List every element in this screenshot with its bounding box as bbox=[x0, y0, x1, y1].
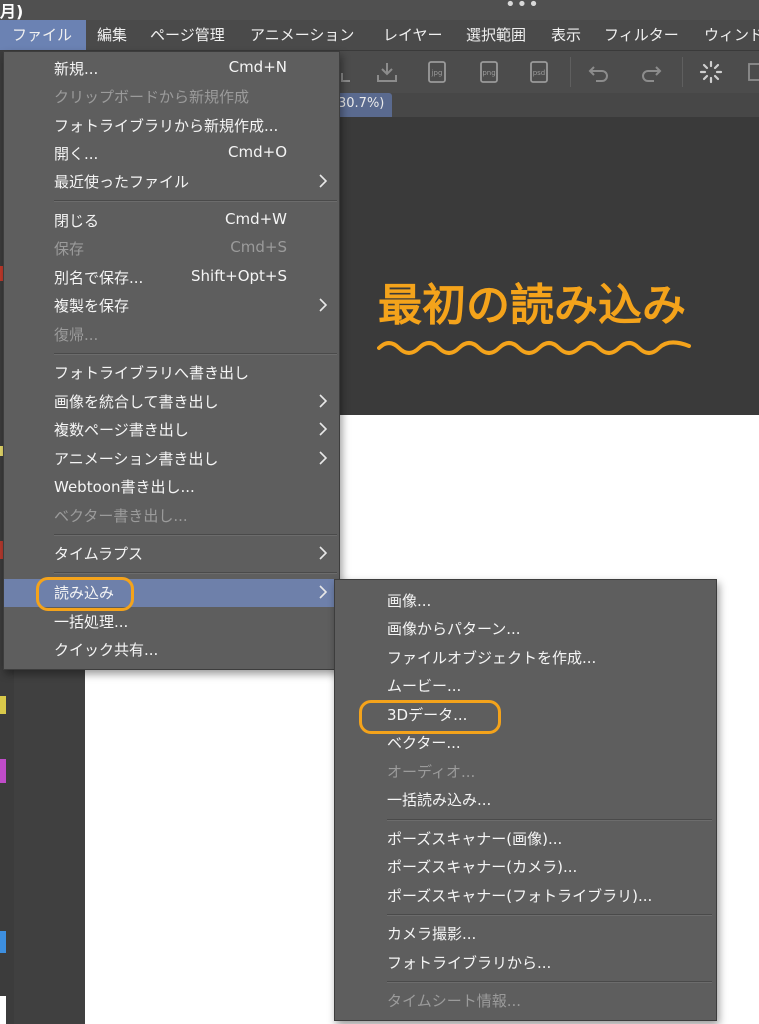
menu-animation[interactable]: アニメーション bbox=[250, 20, 354, 50]
color-swatch[interactable] bbox=[0, 696, 6, 714]
menu-filter[interactable]: フィルター bbox=[604, 20, 679, 50]
submenu-item-vector[interactable]: ベクター... bbox=[335, 729, 716, 757]
toolbar-divider bbox=[570, 57, 571, 87]
chevron-right-icon bbox=[319, 298, 327, 312]
menu-item-quick-share[interactable]: クイック共有... bbox=[4, 636, 339, 664]
menu-item-timelapse[interactable]: タイムラプス bbox=[4, 540, 339, 568]
submenu-item-movie[interactable]: ムービー... bbox=[335, 672, 716, 700]
menu-bar: ファイル 編集 ページ管理 アニメーション レイヤー 選択範囲 表示 フィルター… bbox=[0, 20, 759, 51]
menu-separator bbox=[387, 819, 712, 821]
save-icon[interactable] bbox=[338, 59, 364, 85]
menu-separator bbox=[387, 981, 712, 983]
menu-item-export-animation[interactable]: アニメーション書き出し bbox=[4, 445, 339, 473]
submenu-item-from-photo-library[interactable]: フォトライブラリから... bbox=[335, 949, 716, 977]
chevron-right-icon bbox=[319, 394, 327, 408]
document-tab[interactable]: 30.7%) bbox=[332, 93, 392, 117]
export-icon[interactable] bbox=[374, 59, 400, 85]
color-swatch[interactable] bbox=[0, 931, 6, 953]
panel-toggle-icon[interactable] bbox=[746, 59, 759, 85]
menu-layer[interactable]: レイヤー bbox=[383, 20, 443, 50]
svg-text:png: png bbox=[482, 69, 495, 77]
menu-separator bbox=[54, 572, 337, 574]
color-swatch[interactable] bbox=[0, 759, 6, 783]
chevron-right-icon bbox=[319, 585, 327, 599]
menu-separator bbox=[54, 353, 337, 355]
menu-item-save: 保存 Cmd+S bbox=[54, 238, 287, 258]
submenu-item-audio: オーディオ... bbox=[387, 763, 476, 781]
chevron-right-icon bbox=[319, 174, 327, 188]
submenu-item-pose-scanner-photo-library[interactable]: ポーズスキャナー(フォトライブラリ)... bbox=[335, 882, 716, 910]
more-options-icon[interactable]: ••• bbox=[505, 0, 540, 15]
menu-item-export-multiple-pages[interactable]: 複数ページ書き出し bbox=[4, 416, 339, 444]
png-export-icon[interactable]: png bbox=[476, 59, 502, 85]
submenu-item-create-file-object[interactable]: ファイルオブジェクトを作成... bbox=[335, 644, 716, 672]
menu-item-new-from-photo-library[interactable]: フォトライブラリから新規作成... bbox=[4, 112, 339, 140]
menu-selection[interactable]: 選択範囲 bbox=[466, 20, 526, 50]
menu-item-export-single-layer[interactable]: 画像を統合して書き出し bbox=[4, 388, 339, 416]
menu-window[interactable]: ウィンド bbox=[704, 20, 759, 50]
menu-item-recent-files[interactable]: 最近使ったファイル bbox=[4, 168, 339, 196]
menu-item-export-webtoon[interactable]: Webtoon書き出し... bbox=[4, 473, 339, 501]
undo-icon[interactable] bbox=[586, 59, 612, 85]
submenu-item-3d-data[interactable]: 3Dデータ... bbox=[335, 701, 716, 729]
menu-item-batch-process[interactable]: 一括処理... bbox=[4, 608, 339, 636]
loading-spinner-icon[interactable] bbox=[698, 59, 724, 85]
menu-item-close[interactable]: 閉じる Cmd+W bbox=[4, 207, 339, 235]
submenu-item-image[interactable]: 画像... bbox=[335, 587, 716, 615]
menu-item-import[interactable]: 読み込み bbox=[4, 579, 339, 607]
submenu-item-camera-capture[interactable]: カメラ撮影... bbox=[335, 920, 716, 948]
menu-page-management[interactable]: ページ管理 bbox=[150, 20, 225, 50]
svg-text:psd: psd bbox=[533, 69, 546, 77]
submenu-item-pattern-from-image[interactable]: 画像からパターン... bbox=[335, 615, 716, 643]
chevron-right-icon bbox=[319, 451, 327, 465]
submenu-item-pose-scanner-image[interactable]: ポーズスキャナー(画像)... bbox=[335, 825, 716, 853]
menu-edit[interactable]: 編集 bbox=[97, 20, 127, 50]
zoom-label: 30.7%) bbox=[338, 96, 385, 111]
redo-icon[interactable] bbox=[638, 59, 664, 85]
menu-item-new-from-clipboard: クリップボードから新規作成 bbox=[54, 88, 250, 106]
menu-item-export-to-photo-library[interactable]: フォトライブラリへ書き出し bbox=[4, 359, 339, 387]
menu-item-open[interactable]: 開く... Cmd+O bbox=[4, 140, 339, 168]
color-swatch[interactable] bbox=[0, 996, 6, 1024]
menu-item-save-duplicate[interactable]: 複製を保存 bbox=[4, 292, 339, 320]
menu-item-new[interactable]: 新規... Cmd+N bbox=[4, 55, 339, 83]
jpg-export-icon[interactable]: jpg bbox=[424, 59, 450, 85]
chevron-right-icon bbox=[319, 546, 327, 560]
import-submenu: 画像... 画像からパターン... ファイルオブジェクトを作成... ムービー.… bbox=[334, 579, 717, 1021]
app-title: 月) bbox=[0, 2, 24, 21]
toolbar-divider bbox=[682, 57, 683, 87]
menu-item-save-as[interactable]: 別名で保存... Shift+Opt+S bbox=[4, 264, 339, 292]
submenu-item-timesheet-info: タイムシート情報... bbox=[387, 992, 522, 1010]
psd-export-icon[interactable]: psd bbox=[526, 59, 552, 85]
svg-text:最初の読み込み: 最初の読み込み bbox=[378, 280, 686, 331]
command-bar: jpg png psd bbox=[338, 51, 759, 93]
submenu-item-batch-import[interactable]: 一括読み込み... bbox=[335, 786, 716, 814]
menu-separator bbox=[54, 534, 337, 536]
svg-text:jpg: jpg bbox=[431, 69, 443, 77]
handwritten-title-image: 最初の読み込み bbox=[377, 280, 691, 355]
menu-separator bbox=[54, 200, 337, 202]
menu-item-revert: 復帰... bbox=[54, 326, 99, 344]
menu-separator bbox=[387, 914, 712, 916]
submenu-item-pose-scanner-camera[interactable]: ポーズスキャナー(カメラ)... bbox=[335, 853, 716, 881]
menu-view[interactable]: 表示 bbox=[551, 20, 581, 50]
app-title-bar: 月) ••• bbox=[0, 0, 759, 21]
file-menu-dropdown: 新規... Cmd+N クリップボードから新規作成 フォトライブラリから新規作成.… bbox=[3, 51, 340, 670]
menu-file[interactable]: ファイル bbox=[0, 20, 86, 50]
menu-item-export-vector: ベクター書き出し... bbox=[54, 507, 188, 525]
chevron-right-icon bbox=[319, 422, 327, 436]
